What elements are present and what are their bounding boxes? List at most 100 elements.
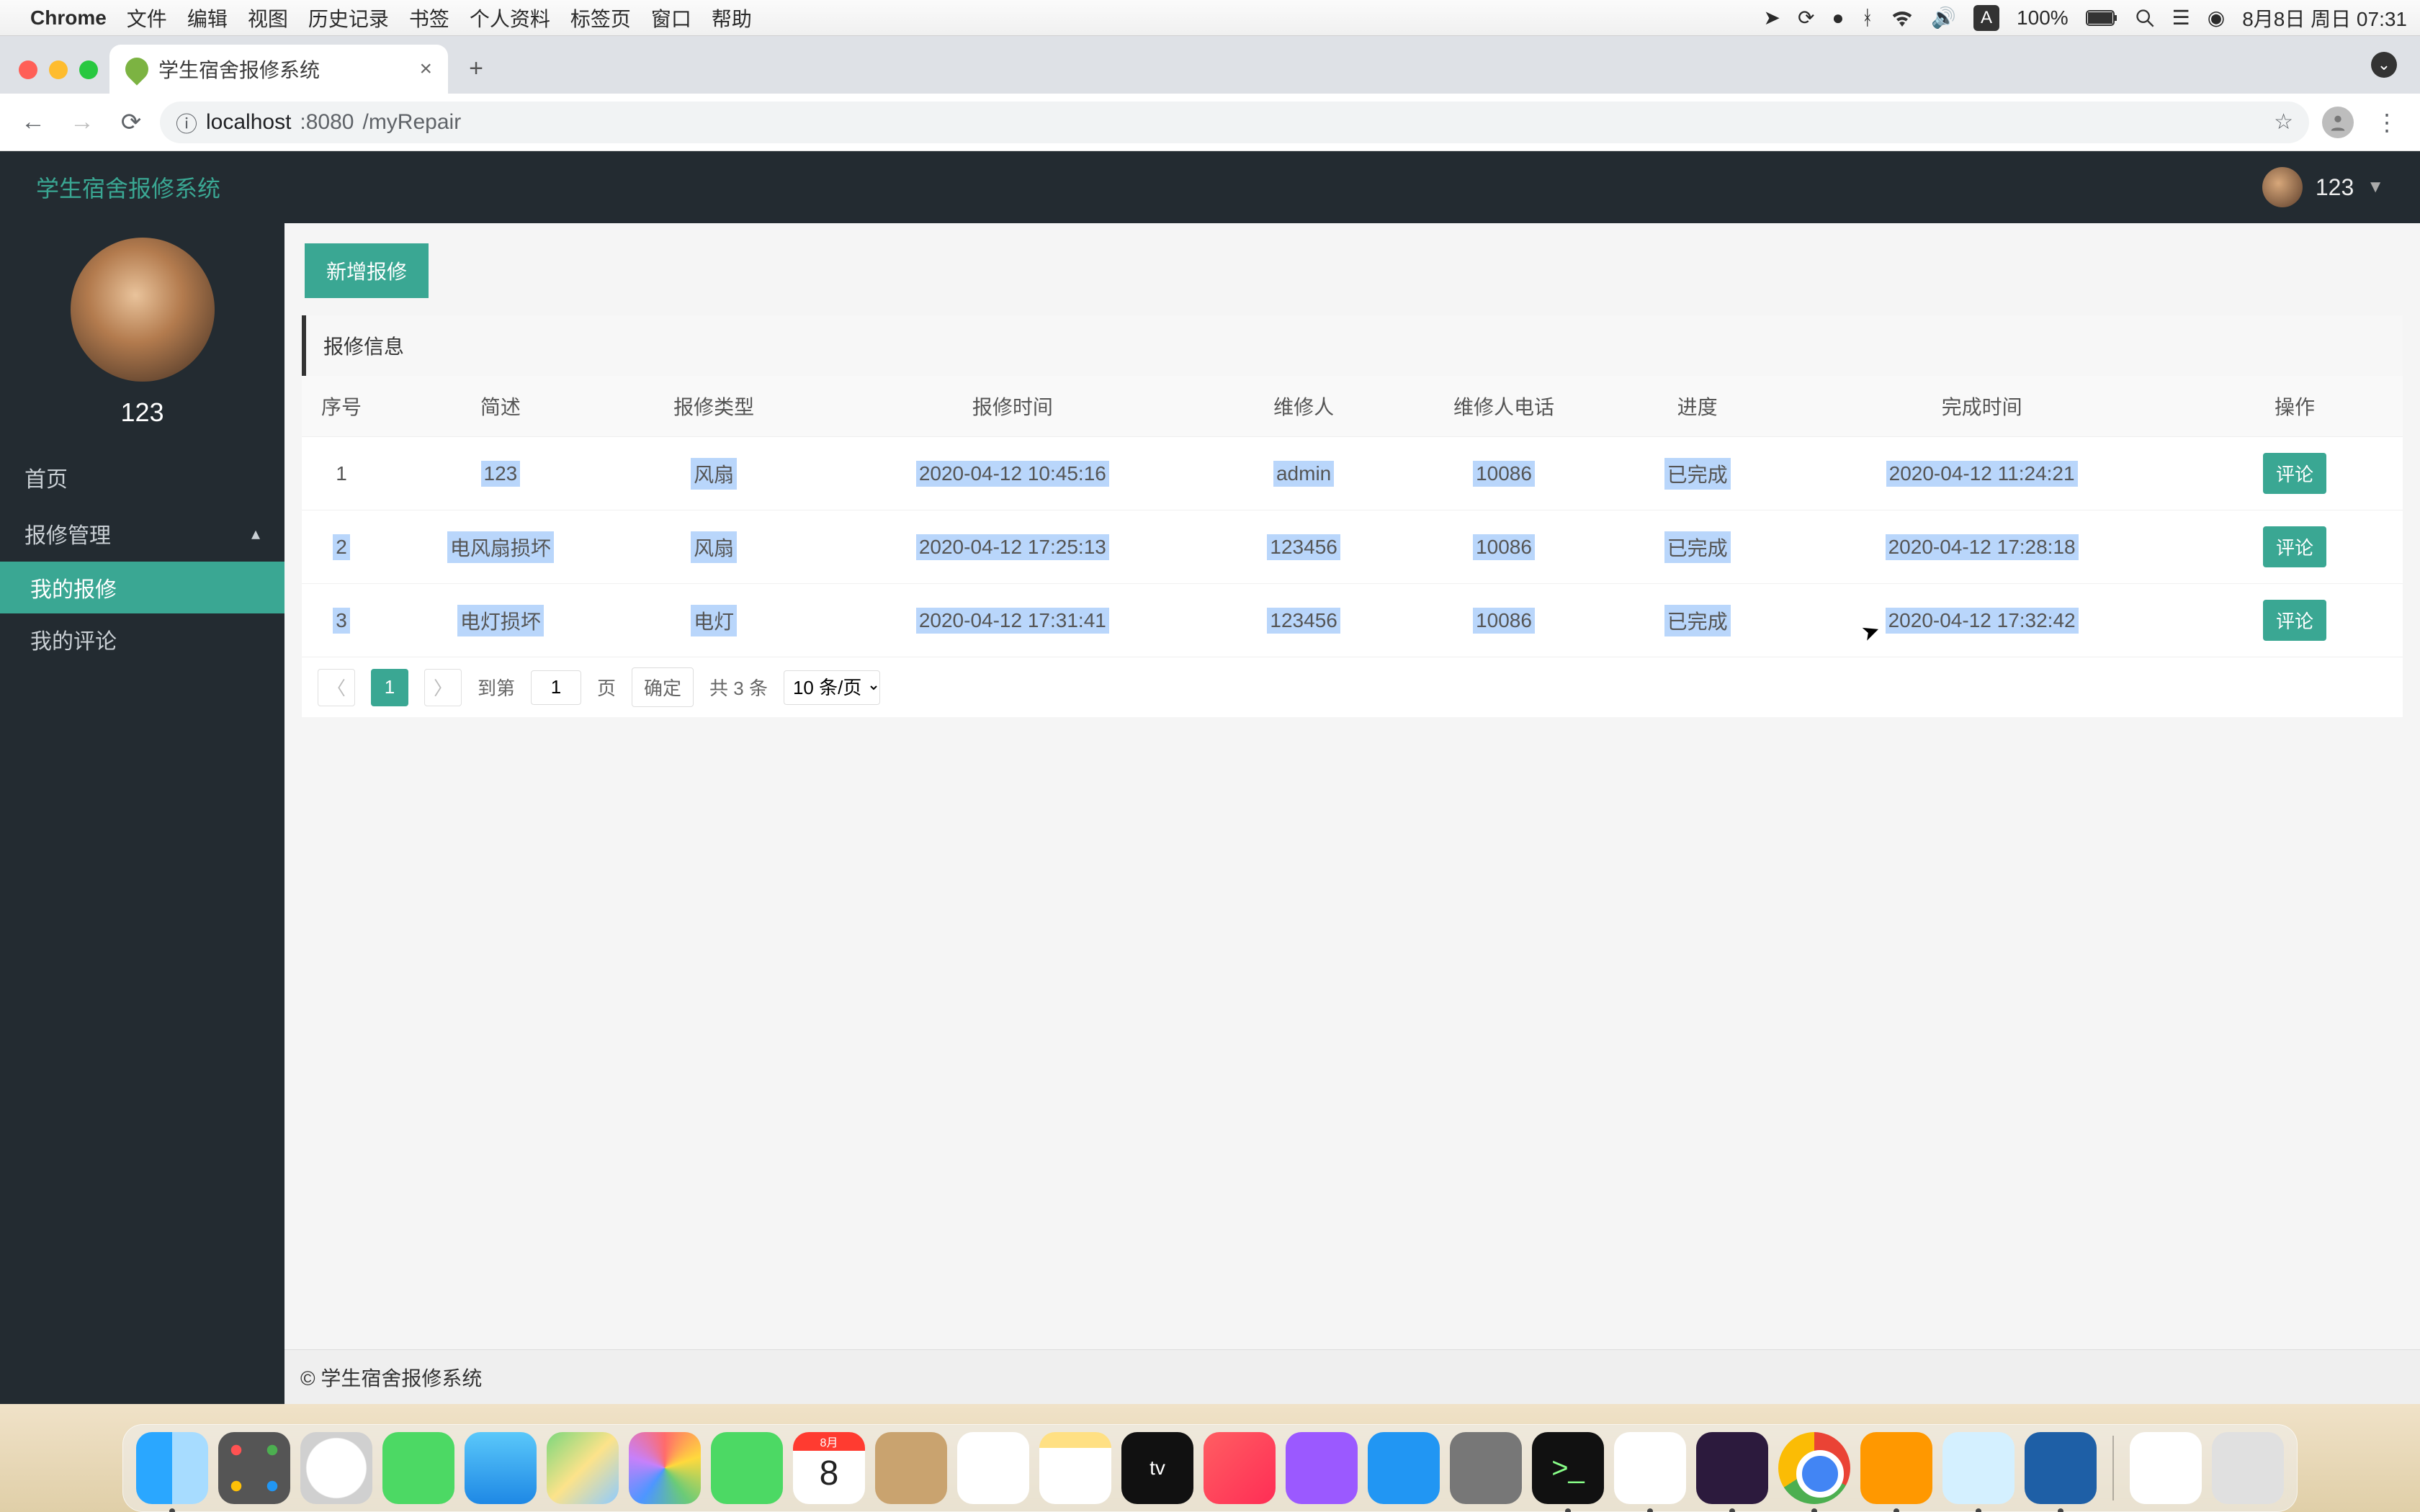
menubar-datetime[interactable]: 8月8日 周日 07:31: [2242, 4, 2407, 32]
table-row: 1123风扇2020-04-12 10:45:16admin10086已完成20…: [302, 437, 2403, 510]
menu-help[interactable]: 帮助: [712, 4, 752, 32]
table-cell: 2: [302, 510, 381, 584]
dock-qq[interactable]: [1614, 1432, 1686, 1504]
sidebar-item-home[interactable]: 首页: [0, 449, 284, 505]
location-icon[interactable]: ➤: [1764, 6, 1780, 30]
menu-edit[interactable]: 编辑: [187, 4, 228, 32]
control-center-icon[interactable]: ☰: [2172, 6, 2190, 30]
sidebar-item-repair-group[interactable]: 报修管理 ▴: [0, 505, 284, 562]
pager-size-select[interactable]: 10 条/页: [784, 670, 880, 705]
site-info-icon[interactable]: ⓘ: [176, 107, 197, 138]
pager-prev-button[interactable]: 〈: [318, 669, 355, 706]
table-row: 3电灯损坏电灯2020-04-12 17:31:4112345610086已完成…: [302, 584, 2403, 657]
dock-contacts[interactable]: [875, 1432, 947, 1504]
create-repair-button[interactable]: 新增报修: [305, 243, 429, 298]
comment-button[interactable]: 评论: [2263, 526, 2326, 567]
dock-notes[interactable]: [1039, 1432, 1111, 1504]
comment-button[interactable]: 评论: [2263, 453, 2326, 494]
dock-terminal[interactable]: >_: [1532, 1432, 1604, 1504]
pagination: 〈 1 〉 到第 页 确定 共 3 条 10 条/页: [302, 657, 2403, 717]
notification-icon[interactable]: ●: [1832, 6, 1844, 30]
repair-table: 序号 简述 报修类型 报修时间 维修人 维修人电话 进度 完成时间 操作: [302, 376, 2403, 657]
browser-tab[interactable]: 学生宿舍报修系统 ×: [109, 45, 448, 94]
tab-strip: 学生宿舍报修系统 × + ⌄: [0, 36, 2420, 94]
input-source-icon[interactable]: A: [1973, 5, 1999, 31]
close-tab-icon[interactable]: ×: [419, 57, 432, 81]
menu-profiles[interactable]: 个人资料: [470, 4, 550, 32]
dock-sequel[interactable]: [2025, 1432, 2097, 1504]
dock-music[interactable]: [1204, 1432, 1276, 1504]
menubar-app-name[interactable]: Chrome: [30, 6, 107, 30]
dock-sublime[interactable]: [1860, 1432, 1932, 1504]
dock-app-generic[interactable]: [1942, 1432, 2015, 1504]
table-cell: 风扇: [620, 437, 808, 510]
menu-bookmarks[interactable]: 书签: [409, 4, 449, 32]
chrome-menu-button[interactable]: ⋮: [2367, 102, 2407, 143]
fullscreen-window-button[interactable]: [79, 60, 98, 79]
pager-goto-input[interactable]: [531, 670, 581, 705]
dock-photos[interactable]: [629, 1432, 701, 1504]
pager-page-1[interactable]: 1: [371, 669, 408, 706]
dock-calendar[interactable]: 8: [793, 1432, 865, 1504]
dock-eclipse[interactable]: [1696, 1432, 1768, 1504]
forward-button[interactable]: →: [62, 102, 102, 143]
profile-button[interactable]: [2318, 102, 2358, 143]
dock-finder[interactable]: [136, 1432, 208, 1504]
dock-appstore[interactable]: [1368, 1432, 1440, 1504]
dock-safari[interactable]: [300, 1432, 372, 1504]
dock-maps[interactable]: [547, 1432, 619, 1504]
pager-next-button[interactable]: 〉: [424, 669, 462, 706]
header-username: 123: [2316, 174, 2354, 201]
sync-icon[interactable]: ⟳: [1798, 6, 1814, 30]
dock-trash[interactable]: [2212, 1432, 2284, 1504]
webapp: 学生宿舍报修系统 123 ▼ 123 首页 报修管理 ▴: [0, 151, 2420, 1404]
address-bar[interactable]: ⓘ localhost:8080/myRepair ☆: [160, 102, 2309, 143]
spotlight-icon[interactable]: [2135, 8, 2155, 28]
app-title: 学生宿舍报修系统: [36, 171, 220, 204]
pager-total: 共 3 条: [709, 674, 768, 701]
battery-icon[interactable]: [2086, 10, 2118, 26]
dock-preferences[interactable]: [1450, 1432, 1522, 1504]
menu-window[interactable]: 窗口: [651, 4, 691, 32]
table-cell: 3: [302, 584, 381, 657]
pager-confirm-button[interactable]: 确定: [632, 667, 694, 707]
dock-mail[interactable]: [465, 1432, 537, 1504]
minimize-window-button[interactable]: [49, 60, 68, 79]
comment-button[interactable]: 评论: [2263, 600, 2326, 641]
menu-tabs[interactable]: 标签页: [570, 4, 631, 32]
th-status: 进度: [1618, 376, 1777, 437]
sidebar-item-my-comment[interactable]: 我的评论: [0, 613, 284, 665]
th-type: 报修类型: [620, 376, 808, 437]
dock-launchpad[interactable]: [218, 1432, 290, 1504]
volume-icon[interactable]: 🔊: [1931, 6, 1956, 30]
header-user-menu[interactable]: 123 ▼: [2262, 167, 2384, 207]
close-window-button[interactable]: [19, 60, 37, 79]
menu-view[interactable]: 视图: [248, 4, 288, 32]
dock-messages[interactable]: [382, 1432, 454, 1504]
app-footer: © 学生宿舍报修系统: [284, 1349, 2420, 1404]
table-cell-actions: 评论: [2187, 437, 2403, 510]
dock-facetime[interactable]: [711, 1432, 783, 1504]
menu-file[interactable]: 文件: [127, 4, 167, 32]
table-cell: 电风扇损坏: [381, 510, 620, 584]
sidebar-item-my-repair[interactable]: 我的报修: [0, 562, 284, 613]
siri-icon[interactable]: ◉: [2208, 6, 2225, 30]
reload-button[interactable]: ⟳: [111, 102, 151, 143]
dock-recent-doc[interactable]: [2130, 1432, 2202, 1504]
back-button[interactable]: ←: [13, 102, 53, 143]
bookmark-star-icon[interactable]: ☆: [2274, 109, 2293, 135]
dock-reminders[interactable]: [957, 1432, 1029, 1504]
dock-chrome[interactable]: [1778, 1432, 1850, 1504]
new-tab-button[interactable]: +: [458, 50, 494, 86]
pager-goto-pre: 到第: [478, 674, 515, 701]
dock-tv[interactable]: tv: [1121, 1432, 1193, 1504]
incognito-indicator-icon[interactable]: ⌄: [2371, 52, 2397, 78]
bluetooth-icon[interactable]: ᚼ: [1861, 6, 1873, 30]
menu-history[interactable]: 历史记录: [308, 4, 389, 32]
window-controls: [13, 60, 109, 94]
avatar: [71, 238, 215, 382]
table-cell-actions: 评论: [2187, 510, 2403, 584]
wifi-icon[interactable]: [1891, 9, 1914, 27]
table-cell: 10086: [1390, 510, 1618, 584]
dock-podcasts[interactable]: [1286, 1432, 1358, 1504]
